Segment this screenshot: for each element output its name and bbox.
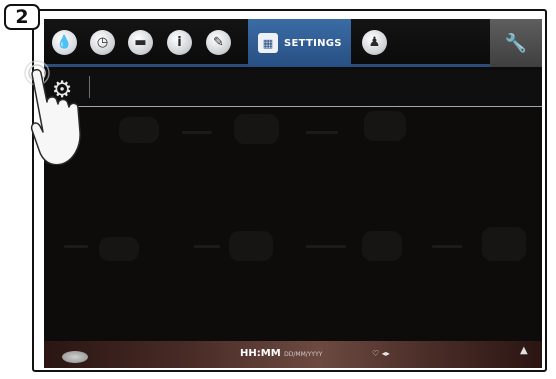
faded-menu-item [234,114,279,144]
faded-menu-item [482,227,526,261]
scroll-up-icon[interactable]: ▲ [520,345,528,356]
settings-subbar: ⚙ [44,70,542,107]
chef-icon[interactable]: ♟ [362,30,387,55]
home-button[interactable] [62,351,88,363]
faded-menu-label [306,131,338,134]
time-text: HH:MM [240,348,281,359]
faded-menu-item [229,231,273,261]
service-button[interactable]: 🔧 [490,19,542,67]
faded-menu-label [306,245,346,248]
date-text: DD/MM/YYYY [284,351,323,358]
tab-settings[interactable]: ▦ SETTINGS [248,19,351,67]
folder-icon[interactable]: ▬ [128,30,153,55]
date-time-display: HH:MM DD/MM/YYYY [240,348,322,359]
tab-settings-label: SETTINGS [284,37,342,49]
calendar-icon: ▦ [258,33,278,53]
pencil-icon[interactable]: ✎ [206,30,231,55]
device-screen: 💧 ◷ ▬ i ✎ ▦ SETTINGS ♟ 🔧 ⚙ HH:MM DD/MM/Y… [44,19,542,368]
pointing-hand-icon [24,60,81,165]
faded-menu-label [194,245,220,248]
faded-menu-label [432,245,462,248]
faded-menu-label [64,245,88,248]
water-drop-icon[interactable]: 💧 [52,30,77,55]
faded-menu-item [362,231,402,261]
faded-menu-item [364,111,406,141]
bottom-status-bar: HH:MM DD/MM/YYYY ♡ ◂▸ ▲ [44,341,542,368]
clock-icon[interactable]: ◷ [90,30,115,55]
wrench-icon: 🔧 [504,32,528,54]
faded-menu-item [99,237,139,261]
faded-menu-label [182,131,212,134]
info-icon[interactable]: i [167,30,192,55]
step-number-badge: 2 [4,4,40,30]
top-navigation-bar: 💧 ◷ ▬ i ✎ ▦ SETTINGS ♟ 🔧 [44,19,542,67]
faded-menu-item [119,117,159,143]
status-icons: ♡ ◂▸ [372,349,390,358]
instruction-figure: 2 💧 ◷ ▬ i ✎ ▦ SETTINGS ♟ 🔧 ⚙ HH:MM DD/MM… [0,0,556,379]
